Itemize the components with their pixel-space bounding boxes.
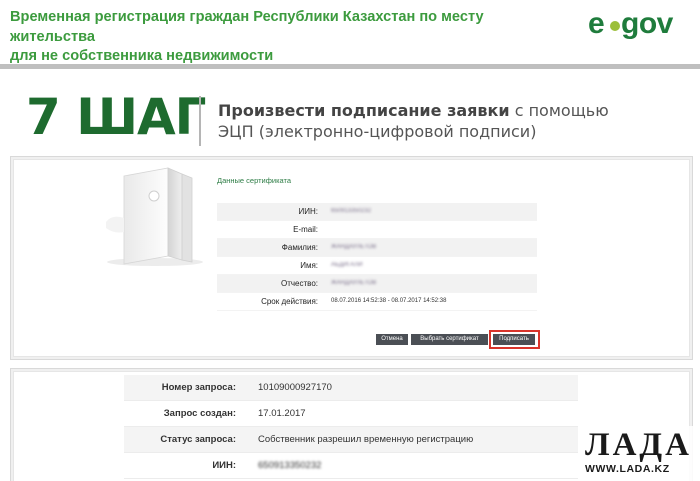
step-text-rest: с помощью	[509, 101, 609, 120]
request-value: 17.01.2017	[258, 408, 306, 419]
sign-button[interactable]: Подписать	[493, 334, 535, 345]
certificate-row-validity: Срок действия: 08.07.2016 14:52:38 - 08.…	[217, 293, 537, 311]
cert-value: 650913350232	[331, 208, 372, 214]
page-header-title: Временная регистрация граждан Республики…	[10, 8, 570, 67]
certificate-row-patronymic: Отчество: ЖАНДАУЛЕТОВ	[217, 275, 537, 293]
request-table: Номер запроса: 10109000927170 Запрос соз…	[124, 375, 578, 479]
cert-label: E-mail:	[293, 225, 318, 234]
request-value: 650913350232	[258, 460, 322, 471]
certificate-row-email: E-mail:	[217, 221, 537, 239]
request-label: ИИН:	[212, 460, 236, 471]
step-number: 7 ШАГ	[26, 88, 207, 146]
certificate-row-iin: ИИН: 650913350232	[217, 203, 537, 221]
lada-watermark: ЛАДА WWW.LADA.KZ	[579, 426, 700, 481]
egov-logo-dot	[610, 21, 620, 31]
cert-value: ЖАНДАУЛЕТОВ	[331, 280, 377, 286]
request-value: Собственник разрешил временную регистрац…	[258, 434, 474, 445]
request-label: Статус запроса:	[160, 434, 236, 445]
step-separator	[199, 96, 201, 146]
request-row-status: Статус запроса: Собственник разрешил вре…	[124, 427, 578, 453]
lada-logo: ЛАДА	[585, 427, 692, 463]
header-divider	[0, 64, 700, 69]
request-value: 10109000927170	[258, 382, 332, 393]
request-row-number: Номер запроса: 10109000927170	[124, 375, 578, 401]
step-description: Произвести подписание заявки с помощью Э…	[218, 100, 609, 142]
certificate-row-name: Имя: АБДИГАЛИ	[217, 257, 537, 275]
egov-logo[interactable]: e gov	[588, 5, 692, 45]
request-row-iin: ИИН: 650913350232	[124, 453, 578, 479]
certificate-row-surname: Фамилия: ЖАНДАУЛЕТОВ	[217, 239, 537, 257]
step-text-bold: Произвести подписание заявки	[218, 101, 510, 120]
binder-icon	[106, 167, 203, 266]
egov-logo-gov: gov	[621, 7, 673, 40]
certificate-title: Данные сертификата	[217, 176, 292, 185]
cert-label: ИИН:	[298, 207, 319, 216]
cert-value: АБДИГАЛИ	[331, 262, 363, 268]
cert-label: Имя:	[300, 261, 318, 270]
cert-label: Срок действия:	[261, 297, 318, 306]
select-certificate-button[interactable]: Выбрать сертификат	[411, 334, 488, 345]
step-text-line2: ЭЦП (электронно-цифровой подписи)	[218, 122, 537, 141]
lada-url: WWW.LADA.KZ	[585, 463, 670, 475]
cert-value: ЖАНДАУЛЕТОВ	[331, 244, 377, 250]
cert-value: 08.07.2016 14:52:38 - 08.07.2017 14:52:3…	[331, 298, 447, 304]
cancel-button[interactable]: Отмена	[376, 334, 408, 345]
header-title-line1: Временная регистрация граждан Республики…	[10, 9, 484, 45]
cert-label: Фамилия:	[281, 243, 318, 252]
request-label: Номер запроса:	[161, 382, 236, 393]
request-label: Запрос создан:	[163, 408, 236, 419]
certificate-table: ИИН: 650913350232 E-mail: Фамилия: ЖАНДА…	[217, 203, 537, 311]
request-row-created: Запрос создан: 17.01.2017	[124, 401, 578, 427]
cert-label: Отчество:	[281, 279, 318, 288]
egov-logo-e: e	[588, 7, 605, 40]
